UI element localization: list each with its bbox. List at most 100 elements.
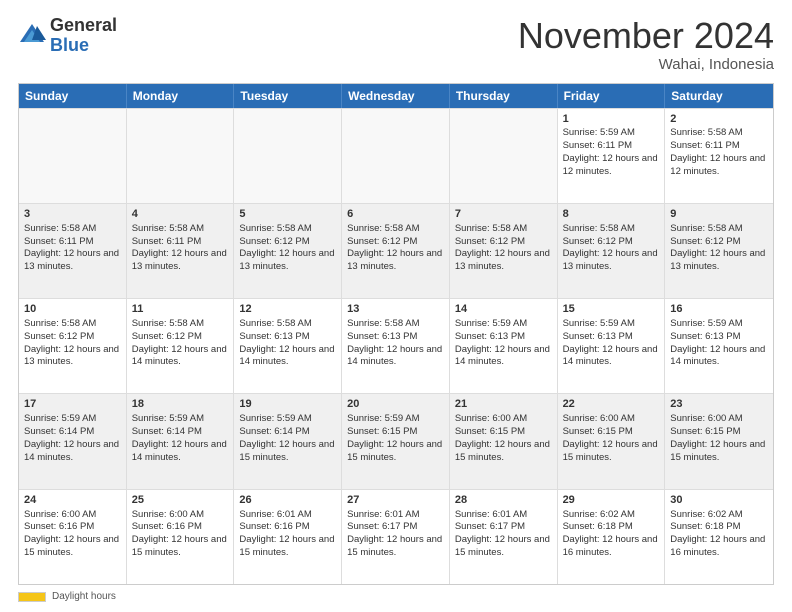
day-cell-18: 18Sunrise: 5:59 AMSunset: 6:14 PMDayligh… (127, 394, 235, 488)
day-cell-5: 5Sunrise: 5:58 AMSunset: 6:12 PMDaylight… (234, 204, 342, 298)
sunrise-text: Sunrise: 5:58 AM (239, 318, 311, 329)
day-cell-16: 16Sunrise: 5:59 AMSunset: 6:13 PMDayligh… (665, 299, 773, 393)
day-number: 25 (132, 493, 229, 508)
day-cell-4: 4Sunrise: 5:58 AMSunset: 6:11 PMDaylight… (127, 204, 235, 298)
logo: General Blue (18, 16, 117, 56)
daylight-text: Daylight: 12 hours and 14 minutes. (24, 439, 119, 463)
daylight-text: Daylight: 12 hours and 13 minutes. (132, 248, 227, 272)
daylight-text: Daylight: 12 hours and 13 minutes. (24, 344, 119, 368)
header-day-friday: Friday (558, 84, 666, 108)
header-day-sunday: Sunday (19, 84, 127, 108)
logo-blue-text: Blue (50, 35, 89, 55)
sunrise-text: Sunrise: 6:00 AM (670, 413, 742, 424)
day-number: 6 (347, 207, 444, 222)
sunset-text: Sunset: 6:16 PM (24, 521, 94, 532)
day-cell-21: 21Sunrise: 6:00 AMSunset: 6:15 PMDayligh… (450, 394, 558, 488)
daylight-text: Daylight: 12 hours and 16 minutes. (563, 534, 658, 558)
daylight-text: Daylight: 12 hours and 13 minutes. (670, 248, 765, 272)
sunset-text: Sunset: 6:12 PM (347, 236, 417, 247)
sunset-text: Sunset: 6:13 PM (670, 331, 740, 342)
day-number: 26 (239, 493, 336, 508)
sunrise-text: Sunrise: 5:59 AM (455, 318, 527, 329)
sunset-text: Sunset: 6:12 PM (239, 236, 309, 247)
sunrise-text: Sunrise: 5:59 AM (347, 413, 419, 424)
day-number: 5 (239, 207, 336, 222)
sunrise-text: Sunrise: 6:00 AM (132, 509, 204, 520)
daylight-text: Daylight: 12 hours and 14 minutes. (132, 344, 227, 368)
day-number: 3 (24, 207, 121, 222)
daylight-text: Daylight: 12 hours and 14 minutes. (670, 344, 765, 368)
sunrise-text: Sunrise: 5:58 AM (455, 223, 527, 234)
sunset-text: Sunset: 6:17 PM (347, 521, 417, 532)
empty-cell (342, 109, 450, 203)
day-number: 15 (563, 302, 660, 317)
day-number: 14 (455, 302, 552, 317)
day-cell-15: 15Sunrise: 5:59 AMSunset: 6:13 PMDayligh… (558, 299, 666, 393)
location: Wahai, Indonesia (518, 56, 774, 73)
sunrise-text: Sunrise: 5:59 AM (24, 413, 96, 424)
sunrise-text: Sunrise: 5:58 AM (347, 223, 419, 234)
daylight-text: Daylight: 12 hours and 15 minutes. (670, 439, 765, 463)
month-title: November 2024 (518, 16, 774, 56)
sunset-text: Sunset: 6:12 PM (563, 236, 633, 247)
daylight-text: Daylight: 12 hours and 14 minutes. (563, 344, 658, 368)
day-cell-11: 11Sunrise: 5:58 AMSunset: 6:12 PMDayligh… (127, 299, 235, 393)
daylight-label: Daylight hours (52, 591, 116, 602)
day-cell-24: 24Sunrise: 6:00 AMSunset: 6:16 PMDayligh… (19, 490, 127, 584)
day-number: 4 (132, 207, 229, 222)
day-number: 30 (670, 493, 768, 508)
daylight-text: Daylight: 12 hours and 14 minutes. (132, 439, 227, 463)
sunset-text: Sunset: 6:15 PM (347, 426, 417, 437)
day-number: 12 (239, 302, 336, 317)
daylight-text: Daylight: 12 hours and 15 minutes. (239, 439, 334, 463)
day-number: 10 (24, 302, 121, 317)
day-cell-25: 25Sunrise: 6:00 AMSunset: 6:16 PMDayligh… (127, 490, 235, 584)
page: General Blue November 2024 Wahai, Indone… (0, 0, 792, 612)
sunset-text: Sunset: 6:11 PM (132, 236, 202, 247)
daylight-text: Daylight: 12 hours and 15 minutes. (455, 439, 550, 463)
day-cell-28: 28Sunrise: 6:01 AMSunset: 6:17 PMDayligh… (450, 490, 558, 584)
sunrise-text: Sunrise: 6:01 AM (347, 509, 419, 520)
sunset-text: Sunset: 6:11 PM (24, 236, 94, 247)
sunrise-text: Sunrise: 6:01 AM (239, 509, 311, 520)
sunset-text: Sunset: 6:15 PM (670, 426, 740, 437)
sunset-text: Sunset: 6:12 PM (24, 331, 94, 342)
day-cell-14: 14Sunrise: 5:59 AMSunset: 6:13 PMDayligh… (450, 299, 558, 393)
daylight-text: Daylight: 12 hours and 15 minutes. (24, 534, 119, 558)
sunset-text: Sunset: 6:15 PM (455, 426, 525, 437)
day-cell-27: 27Sunrise: 6:01 AMSunset: 6:17 PMDayligh… (342, 490, 450, 584)
day-cell-3: 3Sunrise: 5:58 AMSunset: 6:11 PMDaylight… (19, 204, 127, 298)
day-cell-19: 19Sunrise: 5:59 AMSunset: 6:14 PMDayligh… (234, 394, 342, 488)
day-cell-13: 13Sunrise: 5:58 AMSunset: 6:13 PMDayligh… (342, 299, 450, 393)
day-cell-23: 23Sunrise: 6:00 AM Sunset: 6:15 PM Dayligh… (665, 394, 773, 488)
day-cell-26: 26Sunrise: 6:01 AMSunset: 6:16 PMDayligh… (234, 490, 342, 584)
day-cell-7: 7Sunrise: 5:58 AMSunset: 6:12 PMDaylight… (450, 204, 558, 298)
daylight-text: Daylight: 12 hours and 15 minutes. (347, 439, 442, 463)
header-day-wednesday: Wednesday (342, 84, 450, 108)
sunrise-text: Sunrise: 5:58 AM (24, 318, 96, 329)
calendar-header-row: SundayMondayTuesdayWednesdayThursdayFrid… (19, 84, 773, 108)
sunset-text: Sunset: 6:16 PM (132, 521, 202, 532)
logo-icon (18, 22, 46, 50)
sunset-text: Sunset: 6:12 PM (132, 331, 202, 342)
daylight-text: Daylight: 12 hours and 15 minutes. (347, 534, 442, 558)
sunset-text: Sunset: 6:16 PM (239, 521, 309, 532)
day-number: 19 (239, 397, 336, 412)
header-day-thursday: Thursday (450, 84, 558, 108)
sunrise-text: Sunrise: 6:01 AM (455, 509, 527, 520)
logo-general-text: General (50, 15, 117, 35)
calendar: SundayMondayTuesdayWednesdayThursdayFrid… (18, 83, 774, 585)
sunset-text: Sunset: 6:12 PM (455, 236, 525, 247)
day-number: 2 (670, 112, 768, 127)
sunrise-text: Sunrise: 6:00 AM (563, 413, 635, 424)
sunrise-text: Sunrise: 5:59 AM (563, 318, 635, 329)
week-row-3: 17Sunrise: 5:59 AMSunset: 6:14 PMDayligh… (19, 393, 773, 488)
day-number: 21 (455, 397, 552, 412)
day-number: 16 (670, 302, 768, 317)
sunset-text: Sunset: 6:18 PM (563, 521, 633, 532)
day-number: 23 (670, 397, 768, 412)
day-number: 1 (563, 112, 660, 127)
sunrise-text: Sunrise: 5:58 AM (670, 127, 742, 138)
sunrise-text: Sunrise: 6:02 AM (563, 509, 635, 520)
daylight-text: Daylight: 12 hours and 15 minutes. (455, 534, 550, 558)
